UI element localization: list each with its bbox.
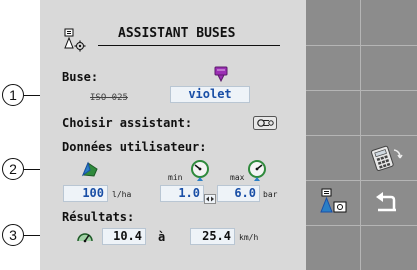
callout-3: 3 — [2, 224, 24, 246]
sidebar-row-line-3 — [306, 135, 417, 136]
speed-min-field: 10.4 — [102, 228, 146, 245]
speed-max-field: 25.4 — [190, 228, 235, 245]
assistant-icon[interactable] — [253, 115, 277, 134]
calculator-icon[interactable] — [370, 144, 404, 176]
speedometer-icon — [76, 228, 94, 247]
softkey-sidebar — [306, 0, 417, 270]
nozzle-color-field[interactable]: violet — [170, 86, 250, 103]
pressure-max-field[interactable]: 6.0 — [217, 185, 260, 202]
sidebar-row-line-1 — [306, 45, 417, 46]
page-title: ASSISTANT BUSES — [118, 26, 236, 41]
buse-label: Buse: — [62, 70, 99, 84]
nozzle-settings-icon — [62, 28, 88, 58]
nozzle-settings-softkey-icon[interactable] — [318, 188, 348, 220]
assistant-screen: ASSISTANT BUSES Buse: ISO 025 violet Cho… — [40, 0, 306, 270]
sidebar-row-line-2 — [306, 90, 417, 91]
flow-rate-unit: l/ha — [112, 190, 132, 199]
pressure-unit: bar — [263, 190, 278, 199]
sidebar-row-line-5 — [306, 225, 417, 226]
speed-unit: km/h — [239, 233, 259, 242]
results-label: Résultats: — [62, 210, 135, 224]
pressure-min-label: min — [168, 173, 183, 182]
assistant-label: Choisir assistant: — [62, 116, 193, 130]
user-data-label: Données utilisateur: — [62, 140, 207, 154]
flow-rate-field[interactable]: 100 — [63, 185, 108, 202]
manometer-min-icon — [190, 160, 210, 186]
link-arrows-icon — [204, 189, 216, 208]
manometer-max-icon — [247, 160, 267, 186]
sidebar-row-line-4 — [306, 180, 417, 181]
pressure-max-label: max — [230, 173, 245, 182]
callout-2: 2 — [2, 158, 24, 180]
back-icon[interactable] — [374, 191, 400, 217]
pressure-min-field[interactable]: 1.0 — [160, 185, 204, 202]
header-underline — [98, 45, 280, 46]
callout-1: 1 — [2, 84, 24, 106]
field-area-icon — [81, 160, 99, 182]
nozzle-icon — [214, 66, 228, 86]
results-separator: à — [158, 230, 166, 244]
nozzle-reference: ISO 025 — [90, 93, 128, 103]
